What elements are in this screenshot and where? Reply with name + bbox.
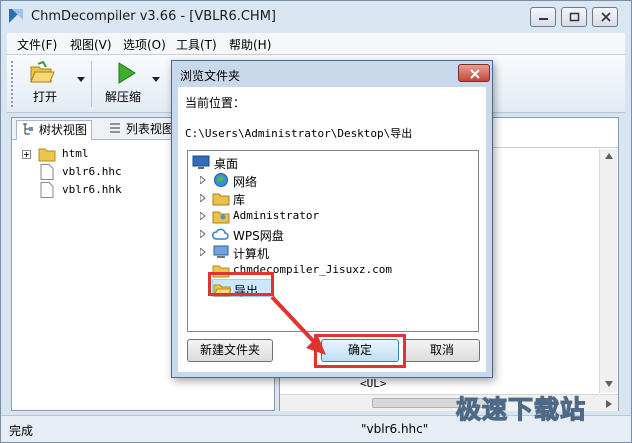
expand-arrow-icon[interactable] [200, 248, 206, 256]
tab-list-view[interactable]: 列表视图 [104, 120, 178, 140]
user-icon [212, 211, 230, 224]
window-title: ChmDecompiler v3.66 - [VBLR6.CHM] [31, 9, 277, 24]
extract-dropdown-arrow-icon[interactable] [152, 77, 160, 82]
folder-tree-item-library[interactable]: 库 [200, 189, 470, 207]
folder-tree-item-network[interactable]: 网络 [200, 171, 470, 189]
folder-tree-item-desktop[interactable]: 桌面 [192, 153, 472, 171]
menu-tools[interactable]: 工具(T) [176, 36, 217, 53]
play-icon [118, 62, 136, 84]
cloud-icon [212, 228, 229, 240]
new-folder-button[interactable]: 新建文件夹 [187, 339, 273, 362]
close-icon [601, 12, 611, 22]
expand-plus-icon[interactable] [22, 150, 31, 159]
folder-tree-label: 计算机 [233, 247, 270, 261]
dialog-title-bar: 浏览文件夹 [172, 61, 492, 87]
tab-list-label: 列表视图 [125, 122, 174, 136]
vertical-scrollbar[interactable] [599, 149, 617, 393]
scroll-up-icon[interactable] [605, 153, 613, 159]
file-icon [40, 182, 54, 198]
folder-tree-label: Administrator [233, 209, 320, 222]
status-file: "vblr6.hhc" [361, 422, 429, 436]
maximize-icon [569, 12, 580, 22]
folder-open-icon [30, 61, 55, 83]
open-label: 打开 [33, 90, 58, 104]
list-view-icon [110, 123, 120, 133]
scroll-down-icon[interactable] [605, 381, 613, 387]
toolbar-separator [91, 61, 92, 107]
expand-arrow-icon[interactable] [200, 212, 206, 220]
desktop-icon [192, 155, 210, 169]
network-icon [214, 173, 228, 187]
expand-arrow-icon[interactable] [200, 230, 206, 238]
folder-tree-label: 网络 [233, 175, 258, 189]
expand-arrow-icon[interactable] [200, 176, 206, 184]
folder-tree-item-computer[interactable]: 计算机 [200, 243, 470, 261]
tree-item-label: vblr6.hhk [62, 183, 122, 196]
dialog-close-button[interactable] [458, 64, 490, 82]
extract-button[interactable]: 解压缩 [103, 61, 147, 107]
close-icon [470, 69, 480, 79]
tree-item-label: vblr6.hhc [62, 165, 122, 178]
ok-button-highlight [314, 334, 406, 368]
menu-options[interactable]: 选项(O) [123, 36, 166, 53]
menu-help[interactable]: 帮助(H) [229, 36, 271, 53]
dialog-body: 当前位置： C:\Users\Administrator\Desktop\导出 … [178, 87, 486, 372]
app-logo-icon [9, 9, 23, 23]
tab-tree-label: 树状视图 [38, 123, 87, 137]
minimize-icon [539, 18, 548, 20]
current-location-path: C:\Users\Administrator\Desktop\导出 [185, 127, 413, 140]
folder-tree-item-wps-cloud[interactable]: WPS网盘 [200, 225, 470, 243]
close-button[interactable] [592, 7, 618, 27]
menu-view[interactable]: 视图(V) [70, 36, 112, 53]
minimize-button[interactable] [530, 7, 556, 27]
folder-tree[interactable]: 桌面 网络 库 Administrator WPS网盘 计算机 chmdecom… [187, 150, 479, 332]
menu-file[interactable]: 文件(F) [17, 36, 57, 53]
code-line: <UL> [360, 377, 387, 390]
menu-bar: 文件(F) 视图(V) 选项(O) 工具(T) 帮助(H) [7, 33, 625, 55]
browse-folder-dialog: 浏览文件夹 当前位置： C:\Users\Administrator\Deskt… [171, 60, 493, 378]
export-folder-highlight [208, 272, 274, 296]
status-text: 完成 [9, 424, 34, 438]
folder-tree-label: WPS网盘 [233, 229, 284, 243]
folder-tree-label: 库 [233, 193, 246, 207]
cancel-button[interactable]: 取消 [404, 339, 480, 362]
scroll-right-icon[interactable] [606, 400, 612, 408]
file-icon [40, 164, 54, 180]
folder-tree-label: 桌面 [214, 157, 239, 171]
extract-label: 解压缩 [105, 90, 142, 104]
title-bar: ChmDecompiler v3.66 - [VBLR6.CHM] [1, 1, 631, 33]
tree-view-icon [23, 123, 33, 135]
tree-item-label: html [62, 147, 89, 160]
current-location-label: 当前位置： [185, 96, 246, 110]
computer-icon [213, 245, 229, 258]
watermark: 极速下载站 [455, 394, 587, 424]
tab-tree-view[interactable]: 树状视图 [16, 120, 92, 140]
library-icon [212, 193, 230, 206]
folder-icon [38, 148, 56, 162]
expand-arrow-icon[interactable] [200, 194, 206, 202]
open-dropdown-arrow-icon[interactable] [77, 77, 85, 82]
maximize-button[interactable] [561, 7, 587, 27]
open-button[interactable]: 打开 [29, 61, 61, 107]
folder-tree-item-administrator[interactable]: Administrator [200, 207, 470, 225]
dialog-title: 浏览文件夹 [180, 69, 241, 83]
toolbar-grip[interactable] [11, 61, 15, 107]
